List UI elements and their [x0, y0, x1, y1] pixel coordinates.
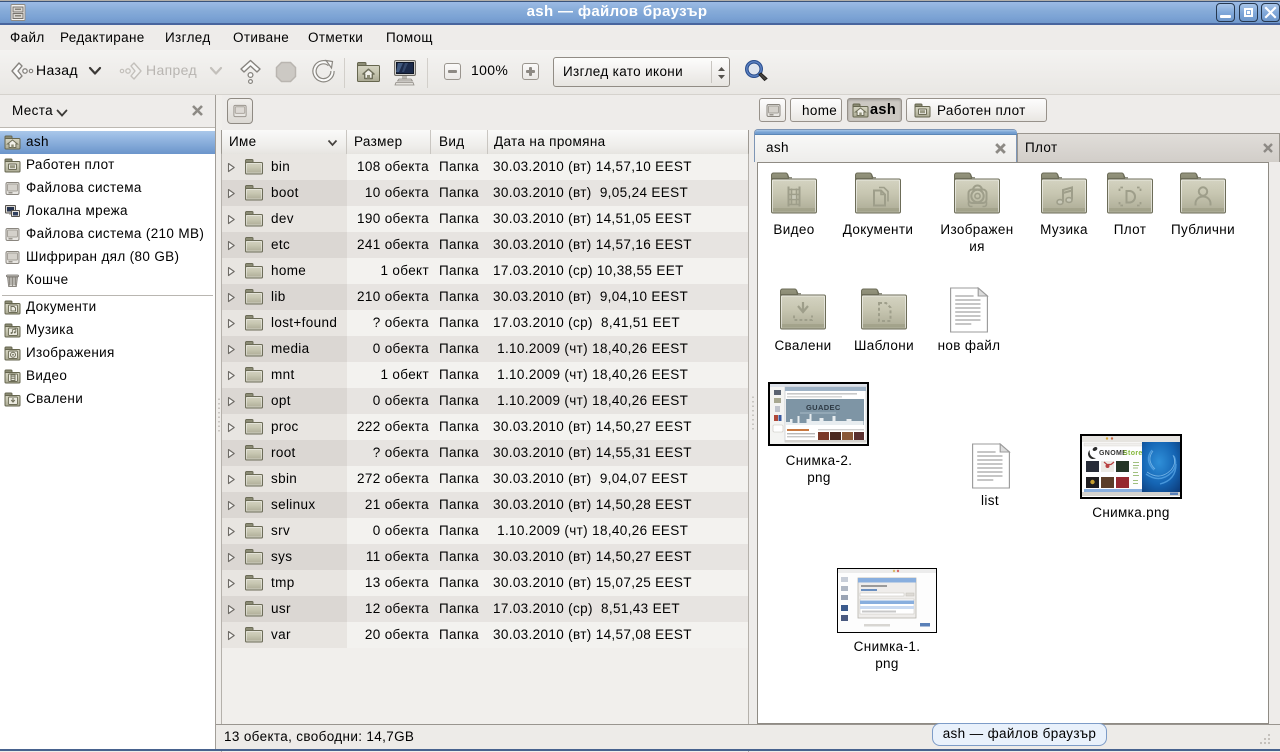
- svg-text:GUADEC: GUADEC: [806, 403, 841, 412]
- svg-text:Store: Store: [1123, 450, 1143, 457]
